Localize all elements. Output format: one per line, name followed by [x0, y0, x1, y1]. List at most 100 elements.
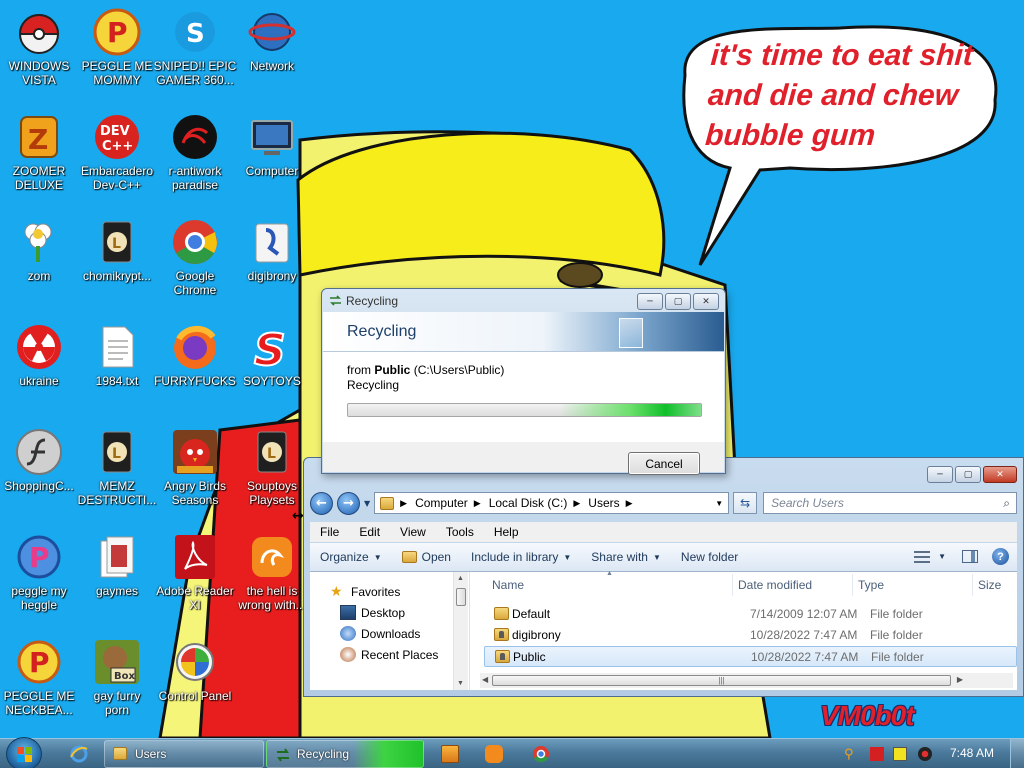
desktop-icon-windows-vista[interactable]: WINDOWS VISTA: [0, 8, 81, 87]
internet-explorer-icon[interactable]: [70, 745, 88, 763]
flag-tray-icon[interactable]: [870, 747, 884, 761]
breadcrumb-separator-icon[interactable]: ▶: [400, 498, 407, 509]
address-dropdown-icon[interactable]: ▼: [715, 499, 723, 508]
desktop-icon-zom[interactable]: zom: [0, 218, 81, 283]
show-desktop-button[interactable]: [1010, 739, 1024, 768]
scroll-left-icon[interactable]: ◀: [482, 675, 488, 684]
column-divider[interactable]: [732, 574, 733, 596]
menu-help[interactable]: Help: [484, 525, 529, 539]
column-divider[interactable]: [852, 574, 853, 596]
desktop-icon-sniped[interactable]: S SNIPED!! EPIC GAMER 360...: [153, 8, 237, 87]
scroll-down-icon[interactable]: ▼: [457, 680, 464, 687]
breadcrumb-computer[interactable]: Computer: [415, 496, 468, 510]
breadcrumb-separator-icon[interactable]: ▶: [626, 498, 633, 509]
nav-favorites[interactable]: ★ Favorites: [330, 584, 400, 599]
refresh-button[interactable]: ⇆: [733, 492, 758, 514]
desktop-icon-zoomer-deluxe[interactable]: Z ZOOMER DELUXE: [0, 113, 81, 192]
desktop-icon-angry-birds[interactable]: Angry Birds Seasons: [153, 428, 237, 507]
menu-view[interactable]: View: [390, 525, 436, 539]
close-button[interactable]: ✕: [693, 293, 719, 310]
desktop-icon-shoppingc[interactable]: ShoppingC...: [0, 428, 81, 493]
nav-recent-places[interactable]: Recent Places: [340, 647, 438, 662]
desktop-icon-control-panel[interactable]: Control Panel: [153, 638, 237, 703]
desktop-icon-network[interactable]: Network: [230, 8, 314, 73]
minimize-button[interactable]: ─: [637, 293, 663, 310]
scrollbar-thumb[interactable]: |||: [492, 675, 951, 686]
desktop-icon-google-chrome[interactable]: Google Chrome: [153, 218, 237, 297]
desktop-icon-chomikrypt[interactable]: L chomikrypt...: [75, 218, 159, 283]
start-button[interactable]: [6, 737, 42, 768]
taskbar-item-users[interactable]: Users: [104, 740, 264, 768]
uc-browser-icon[interactable]: [485, 745, 503, 763]
explorer-window-users[interactable]: ─ ▢ ✕ ← → ▼ ▶ Computer ▶ Local Disk (C:)…: [303, 457, 1024, 697]
breadcrumb-local-disk[interactable]: Local Disk (C:): [489, 496, 568, 510]
nav-downloads[interactable]: Downloads: [340, 626, 420, 641]
chevron-down-icon[interactable]: ▼: [938, 552, 946, 561]
desktop-icon-peggle-me-mommy[interactable]: P PEGGLE ME MOMMY: [75, 8, 159, 87]
desktop-icon-ukraine[interactable]: ukraine: [0, 323, 81, 388]
desktop-icon-soytoys[interactable]: S SOYTOYS: [230, 323, 314, 388]
desktop-icon-adobe-reader[interactable]: Adobe Reader XI: [153, 533, 237, 612]
forward-button[interactable]: →: [337, 491, 360, 515]
desktop-icon-devcpp[interactable]: DEV C++ Embarcadero Dev-C++: [75, 113, 159, 192]
table-row[interactable]: digibrony 10/28/2022 7:47 AM File folder: [484, 625, 1017, 646]
table-row-selected[interactable]: Public 10/28/2022 7:47 AM File folder: [484, 646, 1017, 667]
taskbar-clock[interactable]: 7:48 AM: [950, 746, 994, 760]
cancel-button[interactable]: Cancel: [628, 452, 700, 475]
desktop-icon-digibrony[interactable]: digibrony: [230, 218, 314, 283]
breadcrumb-separator-icon[interactable]: ▶: [474, 498, 481, 509]
breadcrumb-users[interactable]: Users: [588, 496, 619, 510]
close-button[interactable]: ✕: [983, 466, 1017, 483]
desktop-icon-memz[interactable]: L MEMZ DESTRUCTI...: [75, 428, 159, 507]
maximize-button[interactable]: ▢: [665, 293, 691, 310]
organize-button[interactable]: Organize ▼: [310, 550, 392, 564]
nav-desktop[interactable]: Desktop: [340, 605, 405, 620]
menu-edit[interactable]: Edit: [349, 525, 390, 539]
table-row[interactable]: Default 7/14/2009 12:07 AM File folder: [484, 604, 1017, 625]
open-button[interactable]: Open: [392, 550, 461, 564]
maximize-button[interactable]: ▢: [955, 466, 981, 483]
desktop-icon-the-hell[interactable]: the hell is wrong with...: [230, 533, 314, 612]
scroll-up-icon[interactable]: ▲: [457, 575, 464, 582]
column-header-size[interactable]: Size: [978, 578, 1001, 592]
minimize-button[interactable]: ─: [927, 466, 953, 483]
new-folder-button[interactable]: New folder: [671, 550, 748, 564]
back-button[interactable]: ←: [310, 491, 333, 515]
desktop-icon-peggle-neckbea[interactable]: P PEGGLE ME NECKBEA...: [0, 638, 81, 717]
desktop-icon-gaymes[interactable]: gaymes: [75, 533, 159, 598]
taskbar-item-recycling[interactable]: Recycling: [266, 740, 424, 768]
scroll-right-icon[interactable]: ▶: [957, 675, 963, 684]
share-with-button[interactable]: Share with ▼: [581, 550, 671, 564]
column-header-name[interactable]: Name: [492, 578, 524, 592]
desktop-icon-1984-txt[interactable]: 1984.txt: [75, 323, 159, 388]
desktop-icon-gay-furry[interactable]: Box gay furry porn: [75, 638, 159, 717]
chrome-icon[interactable]: [532, 745, 550, 763]
horizontal-scrollbar[interactable]: ◀ ||| ▶: [480, 673, 1013, 688]
recent-pages-dropdown[interactable]: ▼: [364, 499, 370, 508]
media-player-icon[interactable]: [441, 745, 459, 763]
menu-file[interactable]: File: [310, 525, 349, 539]
navigation-scrollbar[interactable]: ▲ ▼: [453, 572, 468, 690]
network-tray-icon[interactable]: [893, 747, 907, 761]
scrollbar-thumb[interactable]: [456, 588, 466, 606]
desktop-icon-r-antiwork[interactable]: r-antiwork paradise: [153, 113, 237, 192]
search-icon[interactable]: ⌕: [1003, 496, 1010, 511]
breadcrumb-separator-icon[interactable]: ▶: [573, 498, 580, 509]
speaker-tray-icon[interactable]: [918, 747, 932, 761]
desktop-icon-peggle-my-heggle[interactable]: P peggle my heggle: [0, 533, 81, 612]
column-divider[interactable]: [972, 574, 973, 596]
preview-pane-icon[interactable]: [962, 550, 978, 563]
recycling-dialog[interactable]: Recycling ─ ▢ ✕ Recycling from Public (C…: [321, 288, 726, 475]
address-bar[interactable]: ▶ Computer ▶ Local Disk (C:) ▶ Users ▶ ▼: [374, 492, 730, 514]
column-header-date-modified[interactable]: Date modified: [738, 578, 812, 592]
search-tray-icon[interactable]: ⚲: [844, 747, 858, 762]
view-options-icon[interactable]: [914, 550, 931, 563]
desktop-icon-souptoys[interactable]: L Souptoys Playsets: [230, 428, 314, 507]
search-input[interactable]: Search Users ⌕: [763, 492, 1017, 514]
menu-tools[interactable]: Tools: [436, 525, 484, 539]
desktop-icon-furryfucks[interactable]: FURRYFUCKS: [153, 323, 237, 388]
desktop-icon-computer[interactable]: Computer: [230, 113, 314, 178]
include-in-library-button[interactable]: Include in library ▼: [461, 550, 581, 564]
help-icon[interactable]: ?: [992, 548, 1009, 565]
column-header-type[interactable]: Type: [858, 578, 884, 592]
